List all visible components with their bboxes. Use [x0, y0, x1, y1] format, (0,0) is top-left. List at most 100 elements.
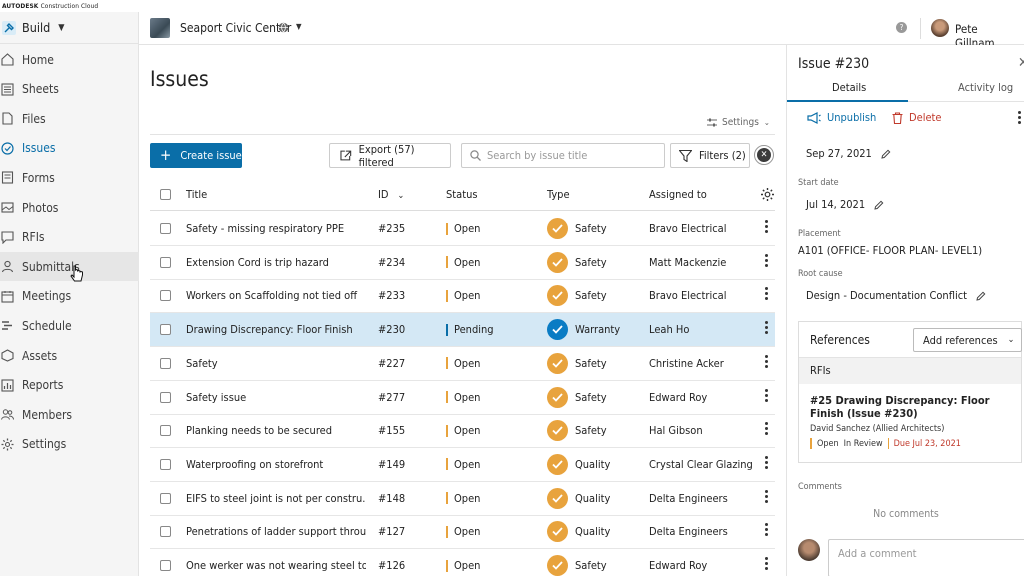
page-title: Issues	[150, 67, 209, 91]
table-settings-button[interactable]: Settings ⌄	[707, 117, 770, 128]
help-icon[interactable]: ?	[896, 22, 907, 33]
row-more-icon[interactable]	[764, 422, 768, 436]
sidebar-item-forms[interactable]: Forms	[0, 163, 139, 192]
user-avatar[interactable]	[931, 19, 949, 37]
row-checkbox[interactable]	[160, 256, 171, 268]
clear-filters-button[interactable]: ✕	[754, 145, 774, 165]
tab-activity-log[interactable]: Activity log	[958, 81, 1013, 94]
table-row[interactable]: Workers on Scaffolding not tied off #233 O…	[150, 279, 775, 314]
status-indicator	[446, 458, 448, 471]
project-name[interactable]: Seaport Civic Center	[180, 21, 291, 35]
type-check-icon	[547, 319, 568, 341]
reference-item[interactable]: #25 Drawing Discrepancy: Floor Finish (I…	[810, 394, 1015, 449]
more-actions-icon[interactable]	[1018, 111, 1021, 124]
row-more-icon[interactable]	[764, 220, 768, 233]
table-row[interactable]: Planking needs to be secured #155 Open Safe…	[150, 414, 775, 449]
app-bar: Seaport Civic Center ▼ ? Pete Gillnam...	[139, 12, 1024, 50]
row-checkbox[interactable]	[160, 290, 171, 302]
select-all-checkbox[interactable]	[160, 189, 171, 200]
table-row[interactable]: Safety issue #277 Open Safety Edward Roy	[150, 381, 775, 415]
row-more-icon[interactable]	[764, 321, 768, 335]
sidebar-item-settings[interactable]: Settings	[0, 430, 139, 459]
row-checkbox[interactable]	[160, 492, 171, 504]
sidebar-item-label: Sheets	[22, 82, 59, 97]
row-checkbox[interactable]	[160, 458, 171, 470]
add-references-dropdown[interactable]: Add references ⌄	[913, 328, 1022, 352]
start-date-value[interactable]: Jul 14, 2021	[806, 198, 884, 211]
table-row[interactable]: EIFS to steel joint is not per constru..…	[150, 482, 775, 516]
sidebar-item-label: Photos	[22, 200, 59, 215]
issue-status: Pending	[446, 323, 494, 336]
sidebar-item-meetings[interactable]: Meetings	[0, 282, 139, 311]
column-id[interactable]: ID ⌄	[378, 188, 404, 201]
issue-assignee: Matt Mackenzie	[649, 255, 727, 269]
issue-title: Waterproofing on storefront	[186, 457, 324, 471]
comment-input[interactable]: Add a comment	[828, 539, 1024, 576]
row-checkbox[interactable]	[160, 560, 171, 571]
module-switcher[interactable]: Build ▼	[0, 12, 138, 44]
table-row[interactable]: Safety #227 Open Safety Christine Acker	[150, 347, 775, 381]
root-cause-value[interactable]: Design - Documentation Conflict	[806, 289, 986, 302]
submittals-icon	[1, 261, 14, 273]
row-more-icon[interactable]	[764, 489, 768, 503]
column-title[interactable]: Title	[186, 188, 207, 201]
table-row[interactable]: Drawing Discrepancy: Floor Finish #230 Pen…	[150, 313, 775, 348]
delete-button[interactable]: Delete	[892, 111, 942, 124]
search-input[interactable]	[487, 149, 657, 162]
close-icon[interactable]: ✕	[1018, 55, 1024, 71]
tab-details[interactable]: Details	[832, 81, 866, 94]
row-more-icon[interactable]	[764, 354, 768, 368]
unpublish-button[interactable]: Unpublish	[807, 111, 876, 124]
sidebar-item-reports[interactable]: Reports	[0, 371, 139, 400]
table-row[interactable]: Safety - missing respiratory PPE #235 Open…	[150, 212, 775, 246]
table-row[interactable]: Penetrations of ladder support throu... #…	[150, 515, 775, 550]
sidebar-item-members[interactable]: Members	[0, 400, 139, 429]
export-button[interactable]: Export (57) filtered	[329, 143, 451, 169]
column-type[interactable]: Type	[547, 188, 570, 201]
sidebar-item-files[interactable]: Files	[0, 104, 139, 133]
sidebar-item-label: Reports	[22, 378, 64, 393]
table-row[interactable]: Waterproofing on storefront #149 Open Quali…	[150, 448, 775, 482]
row-more-icon[interactable]	[764, 388, 768, 402]
row-checkbox[interactable]	[160, 324, 171, 336]
row-more-icon[interactable]	[764, 287, 768, 301]
due-date-value[interactable]: Sep 27, 2021	[806, 147, 891, 160]
column-assigned[interactable]: Assigned to	[649, 188, 707, 201]
row-checkbox[interactable]	[160, 425, 171, 437]
gear-icon[interactable]	[760, 187, 775, 202]
sidebar-item-sheets[interactable]: Sheets	[0, 75, 139, 104]
row-checkbox[interactable]	[160, 357, 171, 369]
panel-title: Issue #230	[798, 56, 870, 72]
status-indicator	[446, 391, 448, 403]
row-checkbox[interactable]	[160, 526, 171, 538]
row-more-icon[interactable]	[764, 253, 768, 267]
sidebar-item-assets[interactable]: Assets	[0, 341, 139, 370]
column-status[interactable]: Status	[446, 188, 478, 201]
row-checkbox[interactable]	[160, 223, 171, 234]
status-indicator	[446, 492, 448, 505]
sidebar-item-label: Meetings	[22, 289, 72, 304]
settings-label: Settings	[722, 117, 759, 128]
filters-button[interactable]: Filters (2)	[670, 143, 750, 168]
sidebar-item-photos[interactable]: Photos	[0, 193, 139, 222]
placement-value[interactable]: A101 (OFFICE- FLOOR PLAN- LEVEL1)	[798, 244, 982, 257]
sidebar-item-home[interactable]: Home	[0, 45, 139, 74]
row-more-icon[interactable]	[764, 557, 768, 570]
issue-status-label: Open	[454, 424, 481, 438]
type-check-icon	[547, 218, 568, 239]
row-more-icon[interactable]	[764, 523, 768, 537]
row-checkbox[interactable]	[160, 391, 171, 403]
table-row[interactable]: Extension Cord is trip hazard #234 Open Saf…	[150, 246, 775, 280]
active-tab-indicator	[787, 100, 908, 102]
project-chevron-down-icon[interactable]: ▼	[296, 22, 302, 31]
search-icon	[470, 150, 481, 161]
create-issue-button[interactable]: + Create issue	[150, 143, 242, 168]
filters-label: Filters (2)	[699, 149, 746, 162]
sidebar-item-issues[interactable]: Issues	[0, 134, 139, 163]
sidebar-item-rfis[interactable]: RFIs	[0, 223, 139, 252]
row-more-icon[interactable]	[764, 455, 768, 469]
sidebar-item-schedule[interactable]: Schedule	[0, 311, 139, 340]
brand-product: Construction Cloud	[40, 2, 99, 10]
table-row[interactable]: One werker was not wearing steel to... #1…	[150, 549, 775, 576]
issue-id: #277	[378, 390, 406, 404]
